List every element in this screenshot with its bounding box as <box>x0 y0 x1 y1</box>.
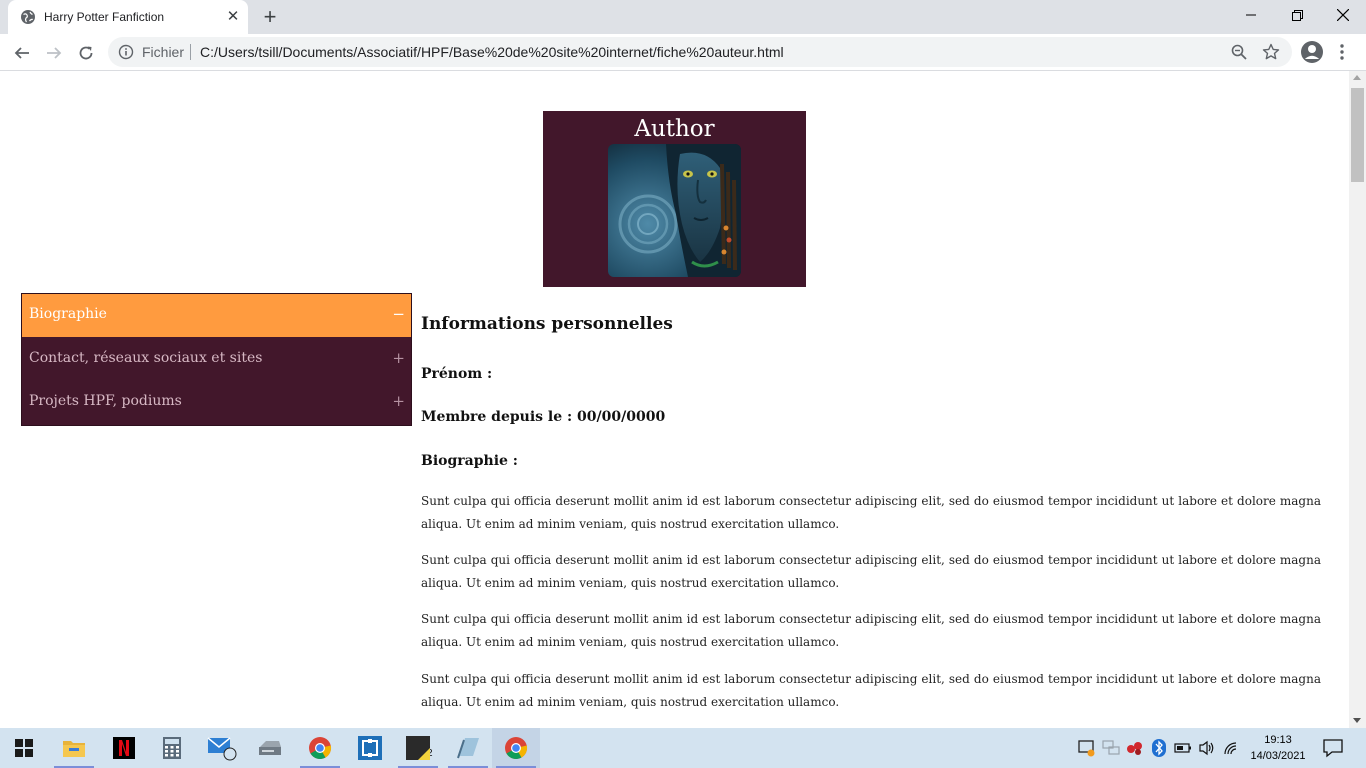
taskbar-mail[interactable]: 2 <box>198 728 433 768</box>
bookmark-star-icon[interactable] <box>1262 43 1280 61</box>
app-square-icon <box>358 736 382 760</box>
info-icon[interactable] <box>118 44 134 60</box>
restore-button[interactable] <box>1274 0 1320 30</box>
address-bar[interactable]: Fichier C:/Users/tsill/Documents/Associa… <box>108 37 1292 67</box>
scroll-up-arrow-icon[interactable] <box>1353 75 1361 80</box>
collapse-icon[interactable]: − <box>392 305 405 323</box>
tray-app-red-icon[interactable] <box>1126 738 1144 758</box>
url-text[interactable]: C:/Users/tsill/Documents/Associatif/HPF/… <box>200 44 784 60</box>
restore-icon <box>1291 9 1303 21</box>
omnibox-divider <box>190 44 191 60</box>
accordion-item-biographie[interactable]: Biographie − <box>22 294 411 337</box>
vertical-scrollbar[interactable] <box>1349 71 1366 728</box>
scanner-icon <box>259 741 281 755</box>
globe-icon <box>21 10 35 24</box>
arrow-left-icon <box>14 47 29 59</box>
file-explorer-icon <box>63 741 85 757</box>
bluetooth-icon[interactable] <box>1150 738 1168 758</box>
tray-display-icon[interactable] <box>1102 738 1120 758</box>
chrome-icon <box>309 737 332 759</box>
tray-update-icon[interactable] <box>1078 738 1096 758</box>
back-button[interactable] <box>8 39 36 67</box>
taskbar-sticky-notes[interactable] <box>394 728 442 768</box>
field-membre-depuis: Membre depuis le : 00/00/0000 <box>421 409 666 425</box>
bio-paragraph: Sunt culpa qui officia deserunt mollit a… <box>421 553 1321 590</box>
mail-icon <box>207 737 237 761</box>
profile-accordion: Biographie − Contact, réseaux sociaux et… <box>21 293 412 426</box>
clock-date: 14/03/2021 <box>1250 750 1306 762</box>
minimize-icon <box>1246 14 1256 16</box>
close-tab-icon[interactable]: ✕ <box>224 8 242 26</box>
accordion-item-contact[interactable]: Contact, réseaux sociaux et sites + <box>22 338 411 381</box>
profile-avatar-icon[interactable] <box>1300 40 1324 64</box>
minimize-button[interactable] <box>1228 0 1274 30</box>
expand-icon[interactable]: + <box>392 392 405 410</box>
bio-paragraph: Sunt culpa qui officia deserunt mollit a… <box>421 672 1321 709</box>
accordion-item-projets[interactable]: Projets HPF, podiums + <box>22 381 411 424</box>
wifi-icon[interactable] <box>1222 738 1240 758</box>
field-biographie: Biographie : <box>421 453 518 469</box>
taskbar-tablet-app[interactable] <box>444 728 492 768</box>
taskbar-scanner[interactable] <box>246 728 294 768</box>
scroll-down-arrow-icon[interactable] <box>1353 718 1361 723</box>
browser-tab[interactable]: Harry Potter Fanfiction ✕ <box>8 0 248 34</box>
taskbar-file-explorer[interactable] <box>50 728 98 768</box>
start-button[interactable] <box>0 728 48 768</box>
accordion-label: Biographie <box>29 306 107 322</box>
reload-icon <box>79 46 93 60</box>
zoom-icon[interactable] <box>1230 43 1248 61</box>
browser-toolbar: Fichier C:/Users/tsill/Documents/Associa… <box>0 34 1366 71</box>
taskbar-clock[interactable]: 19:13 14/03/2021 <box>1240 732 1316 764</box>
windows-taskbar: 2 19:13 14/03/2021 <box>0 728 1366 768</box>
taskbar-chrome-active[interactable] <box>492 728 540 768</box>
tab-strip: Harry Potter Fanfiction ✕ + <box>0 0 1366 34</box>
forward-button[interactable] <box>40 39 68 67</box>
taskbar-calculator[interactable] <box>148 728 196 768</box>
field-prenom: Prénom : <box>421 366 493 382</box>
taskbar-app-square[interactable] <box>346 728 394 768</box>
bio-paragraph: Sunt culpa qui officia deserunt mollit a… <box>421 494 1321 531</box>
taskbar-netflix[interactable] <box>100 728 148 768</box>
notification-center-icon[interactable] <box>1322 738 1344 758</box>
expand-icon[interactable]: + <box>392 349 405 367</box>
netflix-icon <box>113 737 135 759</box>
avatar-portrait-image <box>608 144 741 277</box>
chrome-active-icon <box>505 737 528 759</box>
bio-paragraph: Sunt culpa qui officia deserunt mollit a… <box>421 612 1321 649</box>
close-window-button[interactable] <box>1320 0 1366 30</box>
section-title: Informations personnelles <box>421 314 673 334</box>
battery-icon[interactable] <box>1174 738 1192 758</box>
reload-button[interactable] <box>72 39 100 67</box>
scheme-label: Fichier <box>142 44 185 60</box>
author-avatar <box>608 144 741 277</box>
arrow-right-icon <box>47 47 62 59</box>
sticky-notes-icon <box>406 736 430 760</box>
clock-time: 19:13 <box>1264 734 1292 746</box>
tab-title: Harry Potter Fanfiction <box>44 10 165 24</box>
tablet-app-icon <box>457 738 479 759</box>
new-tab-button[interactable]: + <box>258 4 282 30</box>
volume-icon[interactable] <box>1198 738 1216 758</box>
accordion-label: Projets HPF, podiums <box>29 393 182 409</box>
more-menu-icon[interactable] <box>1336 42 1348 62</box>
windows-start-icon <box>15 739 33 757</box>
author-header: Author <box>543 111 806 287</box>
calculator-icon <box>163 737 181 759</box>
close-icon <box>1337 9 1349 21</box>
page-viewport: Author Biographie − Contact, réseaux soc… <box>0 71 1349 728</box>
accordion-label: Contact, réseaux sociaux et sites <box>29 350 263 366</box>
author-title: Author <box>634 116 715 142</box>
taskbar-chrome[interactable] <box>296 728 344 768</box>
scroll-thumb[interactable] <box>1351 88 1364 182</box>
